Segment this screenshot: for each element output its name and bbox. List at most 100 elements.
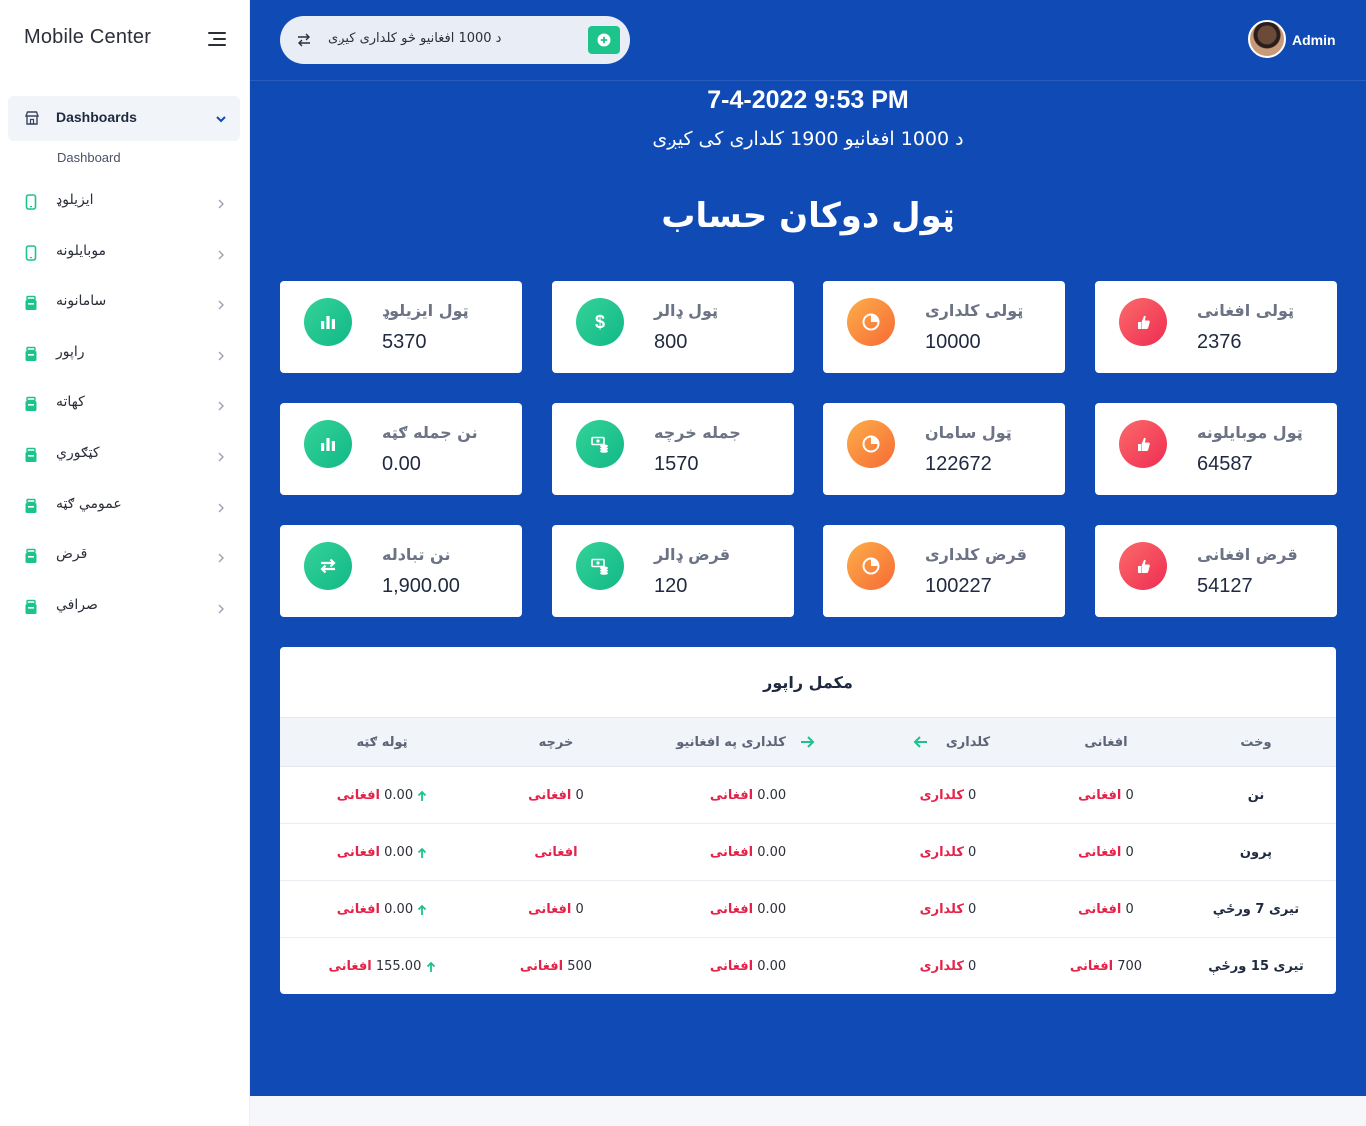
mobile-icon bbox=[24, 244, 38, 261]
cell-kaldari: 0 کلداری bbox=[919, 959, 977, 974]
sidebar-item-7[interactable]: عمومي ګټه bbox=[8, 486, 240, 526]
stat-card: $ ټول ډالر 800 bbox=[552, 281, 794, 373]
sidebar-item-2[interactable]: موبایلونه bbox=[8, 233, 240, 273]
sidebar-item-6[interactable]: کټګوري bbox=[8, 435, 240, 475]
stat-card-value: 1570 bbox=[654, 453, 699, 475]
sidebar-subitem-dashboard[interactable]: Dashboard bbox=[57, 150, 121, 165]
store-icon bbox=[24, 110, 40, 130]
stat-card: ټول موبایلونه 64587 bbox=[1095, 403, 1337, 495]
stat-card-title: ټولی کلداری bbox=[925, 301, 1024, 320]
search-bar[interactable]: د 1000 افغانیو څو کلداری کیږی bbox=[280, 16, 630, 64]
cell-profit: 0.00 افغانی bbox=[282, 788, 482, 803]
brand-title: Mobile Center bbox=[24, 26, 152, 48]
stat-card-title: قرض ډالر bbox=[654, 545, 731, 564]
thumb-icon bbox=[1119, 298, 1167, 346]
stat-card-value: 122672 bbox=[925, 453, 992, 475]
exchange-rate-text: د 1000 افغانیو 1900 کلداری کی کیږی bbox=[652, 128, 964, 150]
table-row: نن 0 افغانی 0 کلداری 0.00 افغانی 0 افغانی 0.… bbox=[280, 767, 1336, 824]
sidebar-item-label: موبایلونه bbox=[56, 242, 107, 259]
sidebar: Mobile Center Dashboards Dashboard ایزیل… bbox=[0, 0, 250, 1126]
sidebar-item-label: کهاته bbox=[56, 394, 85, 411]
user-name[interactable]: Admin bbox=[1292, 32, 1336, 48]
main-content: د 1000 افغانیو څو کلداری کیږی Admin 7-4-… bbox=[250, 0, 1366, 1096]
sidebar-item-label: کټګوري bbox=[56, 445, 100, 461]
report-panel: مکمل راپور وخت افغانی کلداری کلداری په ا… bbox=[280, 647, 1336, 994]
chevron-right-icon bbox=[216, 397, 226, 411]
chevron-right-icon bbox=[216, 448, 226, 462]
column-header-kaldari: کلداری bbox=[945, 735, 991, 750]
arrow-up-icon bbox=[417, 902, 427, 917]
cell-kaldari: 0 کلداری bbox=[919, 845, 977, 860]
sidebar-item-4[interactable]: راپور bbox=[8, 334, 240, 374]
arrow-up-icon bbox=[417, 788, 427, 803]
stat-card-title: ټول ایزیلوډ bbox=[382, 301, 469, 320]
sidebar-item-label: عمومي ګټه bbox=[56, 495, 122, 512]
add-button[interactable] bbox=[588, 26, 620, 54]
current-datetime: 7-4-2022 9:53 PM bbox=[707, 86, 909, 114]
stat-card-value: 2376 bbox=[1197, 331, 1242, 353]
cell-converted: 0.00 افغانی bbox=[709, 845, 787, 860]
sidebar-item-3[interactable]: سامانونه bbox=[8, 283, 240, 323]
arrow-up-icon bbox=[426, 959, 436, 974]
stat-card: ټول ایزیلوډ 5370 bbox=[280, 281, 522, 373]
avatar[interactable] bbox=[1248, 20, 1286, 58]
footer bbox=[250, 1096, 1366, 1126]
arrow-left-icon bbox=[913, 734, 929, 753]
stat-card: نن تبادله 1,900.00 bbox=[280, 525, 522, 617]
stat-card-value: 100227 bbox=[925, 575, 992, 597]
svg-text:$: $ bbox=[595, 312, 605, 332]
pie-chart-icon bbox=[847, 542, 895, 590]
cell-profit: 155.00 افغانی bbox=[282, 959, 482, 974]
box-icon bbox=[24, 599, 38, 615]
stat-card-value: 10000 bbox=[925, 331, 981, 353]
stat-card-title: ټول ډالر bbox=[654, 301, 719, 320]
cell-converted: 0.00 افغانی bbox=[709, 788, 787, 803]
topbar-divider bbox=[250, 80, 1366, 81]
menu-toggle-icon[interactable] bbox=[206, 32, 226, 46]
money-icon bbox=[576, 420, 624, 468]
box-icon bbox=[24, 447, 38, 463]
chevron-right-icon bbox=[216, 549, 226, 563]
sidebar-item-8[interactable]: قرض bbox=[8, 536, 240, 576]
bar-chart-icon bbox=[304, 420, 352, 468]
cell-expense: افغانی bbox=[534, 845, 578, 860]
money-icon bbox=[576, 542, 624, 590]
table-row: پرون 0 افغانی 0 کلداری 0.00 افغانی افغانی 0… bbox=[280, 824, 1336, 881]
cell-profit: 0.00 افغانی bbox=[282, 845, 482, 860]
search-input[interactable]: د 1000 افغانیو څو کلداری کیږی bbox=[328, 31, 501, 46]
column-header-expense: خرچه bbox=[538, 735, 574, 750]
sidebar-item-dashboards[interactable]: Dashboards bbox=[8, 96, 240, 141]
box-icon bbox=[24, 346, 38, 362]
box-icon bbox=[24, 295, 38, 311]
thumb-icon bbox=[1119, 542, 1167, 590]
stat-card: جمله خرچه 1570 bbox=[552, 403, 794, 495]
stat-card: ټولی کلداری 10000 bbox=[823, 281, 1065, 373]
stat-card-value: 800 bbox=[654, 331, 688, 353]
thumb-icon bbox=[1119, 420, 1167, 468]
stat-card: ټولی افغانی 2376 bbox=[1095, 281, 1337, 373]
table-row: تیری 15 ورځې 700 افغانی 0 کلداری 0.00 افغان… bbox=[280, 938, 1336, 994]
chevron-right-icon bbox=[216, 347, 226, 361]
sidebar-item-5[interactable]: کهاته bbox=[8, 384, 240, 424]
dollar-icon: $ bbox=[576, 298, 624, 346]
stat-card-title: ټول سامان bbox=[925, 423, 1012, 442]
sidebar-item-1[interactable]: ایزیلوډ bbox=[8, 182, 240, 222]
stat-card-value: 5370 bbox=[382, 331, 427, 353]
plus-circle-icon bbox=[597, 33, 611, 47]
stat-card: نن جمله ګټه 0.00 bbox=[280, 403, 522, 495]
cell-converted: 0.00 افغانی bbox=[709, 902, 787, 917]
stat-card-value: 1,900.00 bbox=[382, 575, 460, 597]
cell-kaldari: 0 کلداری bbox=[919, 902, 977, 917]
arrow-right-icon bbox=[799, 734, 815, 753]
column-header-profit: ټوله ګټه bbox=[356, 735, 408, 750]
sidebar-item-label: قرض bbox=[56, 546, 88, 563]
chevron-down-icon bbox=[214, 111, 228, 125]
stat-card: ټول سامان 122672 bbox=[823, 403, 1065, 495]
sidebar-item-9[interactable]: صرافي bbox=[8, 587, 240, 627]
stat-card-title: نن تبادله bbox=[382, 545, 451, 564]
cell-converted: 0.00 افغانی bbox=[709, 959, 787, 974]
cell-expense: 0 افغانی bbox=[528, 902, 584, 917]
stat-card-value: 54127 bbox=[1197, 575, 1253, 597]
page-title: ټول دوکان حساب bbox=[661, 196, 955, 236]
sidebar-item-label: ایزیلوډ bbox=[56, 192, 94, 208]
